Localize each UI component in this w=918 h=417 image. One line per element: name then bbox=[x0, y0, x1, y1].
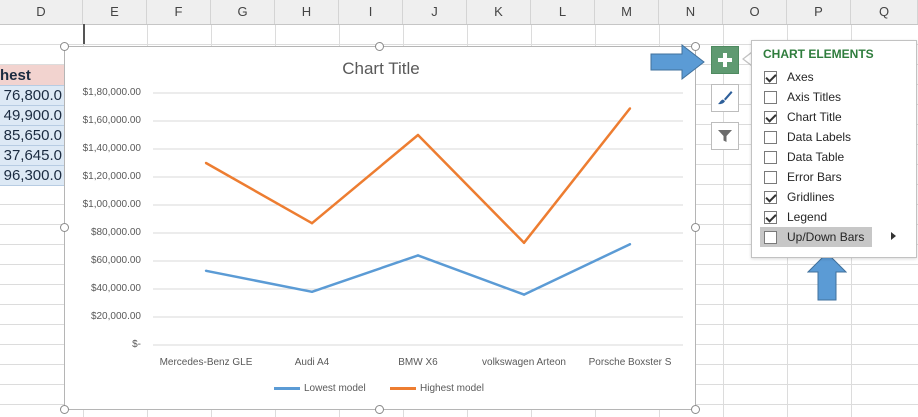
chart-element-legend[interactable]: Legend bbox=[764, 207, 827, 227]
column-header-m[interactable]: M bbox=[595, 0, 659, 24]
chart-styles-button[interactable] bbox=[711, 84, 739, 112]
data-point[interactable] bbox=[522, 241, 526, 244]
data-labels-checkbox[interactable] bbox=[764, 130, 777, 144]
cell-d-value-3[interactable]: 85,650.0 bbox=[0, 126, 64, 146]
chart-elements-panel: CHART ELEMENTS Axes Axis Titles Chart Ti… bbox=[751, 40, 917, 258]
chart-element-gridlines[interactable]: Gridlines bbox=[764, 187, 834, 207]
chart-element-up-down-bars[interactable]: Up/Down Bars bbox=[760, 227, 873, 247]
up-down-bars-label: Up/Down Bars bbox=[787, 230, 865, 244]
data-labels-label: Data Labels bbox=[787, 130, 852, 144]
data-point[interactable] bbox=[204, 161, 208, 165]
series-line-lowest[interactable] bbox=[205, 243, 631, 296]
chart-element-axis-titles[interactable]: Axis Titles bbox=[764, 87, 841, 107]
chart-element-data-table[interactable]: Data Table bbox=[764, 147, 844, 167]
error-bars-label: Error Bars bbox=[787, 170, 842, 184]
data-point[interactable] bbox=[628, 243, 632, 246]
x-tick-label: Mercedes-Benz GLE bbox=[159, 357, 253, 368]
cell-d-value-5[interactable]: 96,300.0 bbox=[0, 166, 64, 186]
cell-d-value-2[interactable]: 49,900.0 bbox=[0, 106, 64, 126]
column-header-h[interactable]: H bbox=[275, 0, 339, 24]
column-header-e[interactable]: E bbox=[83, 0, 147, 24]
chart-area[interactable]: Chart Title $- $20,000.00 $40,000.00 $60… bbox=[64, 46, 696, 410]
x-tick-label: BMW X6 bbox=[398, 357, 438, 368]
data-table-checkbox[interactable] bbox=[764, 150, 777, 164]
column-header-j[interactable]: J bbox=[403, 0, 467, 24]
axis-titles-label: Axis Titles bbox=[787, 90, 842, 104]
axes-label: Axes bbox=[787, 70, 814, 84]
column-header-n[interactable]: N bbox=[659, 0, 723, 24]
column-header-p[interactable]: P bbox=[787, 0, 851, 24]
axis-titles-checkbox[interactable] bbox=[764, 90, 777, 104]
chart-element-chart-title[interactable]: Chart Title bbox=[764, 107, 842, 127]
chart-title-label: Chart Title bbox=[787, 110, 842, 124]
callout-arrow-right bbox=[650, 44, 705, 80]
legend-swatch-highest bbox=[390, 387, 416, 390]
column-header-q[interactable]: Q bbox=[851, 0, 918, 24]
up-down-bars-checkbox[interactable] bbox=[764, 230, 777, 244]
legend-swatch-lowest bbox=[274, 387, 300, 390]
legend-item-lowest[interactable]: Lowest model bbox=[274, 383, 366, 394]
gridlines-label: Gridlines bbox=[787, 190, 835, 204]
brush-icon bbox=[718, 91, 733, 105]
data-point[interactable] bbox=[628, 107, 632, 110]
active-cell-border bbox=[83, 24, 85, 44]
column-header-bar: D E F G H I J K L M N O P Q bbox=[0, 0, 918, 25]
submenu-arrow-icon[interactable] bbox=[891, 232, 896, 240]
column-header-o[interactable]: O bbox=[723, 0, 787, 24]
cell-d-value-4[interactable]: 37,645.0 bbox=[0, 146, 64, 166]
column-header-l[interactable]: L bbox=[531, 0, 595, 24]
data-point[interactable] bbox=[522, 293, 526, 296]
callout-arrow-up bbox=[807, 252, 847, 301]
cell-d-value-1[interactable]: 76,800.0 bbox=[0, 86, 64, 106]
legend-label-lowest: Lowest model bbox=[304, 383, 366, 394]
data-point[interactable] bbox=[416, 133, 420, 137]
chart-element-data-labels[interactable]: Data Labels bbox=[764, 127, 851, 147]
data-point[interactable] bbox=[416, 254, 420, 257]
axes-checkbox[interactable] bbox=[764, 70, 777, 84]
chart-element-error-bars[interactable]: Error Bars bbox=[764, 167, 842, 187]
resize-handle-bottom-left[interactable] bbox=[60, 405, 69, 414]
filter-icon bbox=[718, 130, 732, 142]
column-header-g[interactable]: G bbox=[211, 0, 275, 24]
data-point[interactable] bbox=[204, 269, 208, 272]
plus-icon bbox=[718, 53, 732, 67]
resize-handle-top-center[interactable] bbox=[375, 42, 384, 51]
legend-label-highest: Highest model bbox=[420, 383, 484, 394]
data-point[interactable] bbox=[310, 290, 314, 293]
series-line-highest[interactable] bbox=[205, 107, 631, 245]
x-tick-label: Porsche Boxster S bbox=[588, 357, 672, 368]
cell-d-header[interactable]: hest mod bbox=[0, 65, 64, 105]
legend-label: Legend bbox=[787, 210, 828, 224]
column-header-i[interactable]: I bbox=[339, 0, 403, 24]
chart-title-checkbox[interactable] bbox=[764, 110, 777, 124]
chart-element-axes[interactable]: Axes bbox=[764, 67, 814, 87]
column-header-k[interactable]: K bbox=[467, 0, 531, 24]
resize-handle-top-left[interactable] bbox=[60, 42, 69, 51]
legend-item-highest[interactable]: Highest model bbox=[390, 383, 484, 394]
data-point[interactable] bbox=[310, 222, 314, 225]
data-table-label: Data Table bbox=[787, 150, 845, 164]
chart-elements-button[interactable] bbox=[711, 46, 739, 74]
gridlines-checkbox[interactable] bbox=[764, 190, 777, 204]
resize-handle-middle-right[interactable] bbox=[691, 223, 700, 232]
x-tick-label: volkswagen Arteon bbox=[482, 357, 566, 368]
resize-handle-bottom-center[interactable] bbox=[375, 405, 384, 414]
x-tick-label: Audi A4 bbox=[294, 357, 330, 368]
resize-handle-bottom-right[interactable] bbox=[691, 405, 700, 414]
panel-title: CHART ELEMENTS bbox=[763, 47, 874, 61]
legend-checkbox[interactable] bbox=[764, 210, 777, 224]
resize-handle-middle-left[interactable] bbox=[60, 223, 69, 232]
column-header-d[interactable]: D bbox=[0, 0, 83, 24]
chart-filters-button[interactable] bbox=[711, 122, 739, 150]
column-header-f[interactable]: F bbox=[147, 0, 211, 24]
error-bars-checkbox[interactable] bbox=[764, 170, 777, 184]
